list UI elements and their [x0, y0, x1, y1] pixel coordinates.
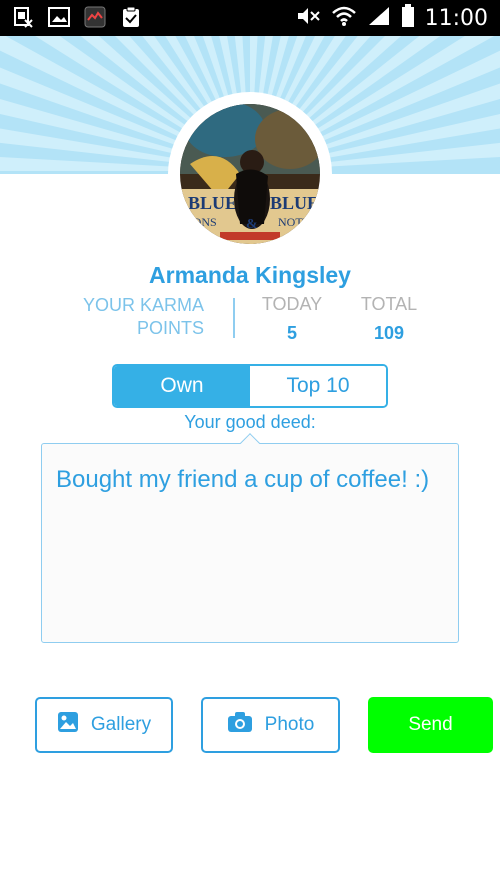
good-deed-input[interactable]: Bought my friend a cup of coffee! :)	[41, 443, 459, 643]
karma-divider	[233, 298, 235, 338]
wifi-icon	[331, 5, 357, 32]
today-value: 5	[286, 323, 297, 343]
tab-own[interactable]: Own	[114, 366, 250, 406]
send-label: Send	[408, 714, 453, 735]
camera-icon	[227, 711, 253, 739]
avatar-text-ampersand: &	[246, 217, 258, 232]
clipboard-check-icon	[120, 6, 142, 28]
total-stat: TOTAL 109	[344, 294, 434, 344]
total-label: TOTAL	[360, 294, 418, 314]
signal-icon	[367, 5, 391, 32]
notification-icons	[12, 6, 142, 28]
app-notification-icon	[84, 6, 106, 28]
photo-label: Photo	[264, 714, 315, 735]
mute-icon	[295, 5, 321, 32]
deed-tabs: Own Top 10	[112, 364, 388, 408]
system-icons: 11:00	[295, 4, 488, 33]
photo-button[interactable]: Photo	[201, 697, 340, 753]
sim-missing-icon	[12, 6, 34, 28]
avatar-text-blue-left: BLUE	[188, 193, 237, 213]
today-stat: TODAY 5	[247, 294, 337, 344]
total-value: 109	[373, 323, 405, 343]
gallery-label: Gallery	[90, 714, 152, 735]
status-bar: 11:00	[0, 0, 500, 36]
karma-points-label: YOUR KARMA POINTS	[82, 295, 204, 338]
clock: 11:00	[424, 6, 488, 31]
today-label: TODAY	[261, 294, 323, 314]
image-icon	[48, 6, 70, 28]
good-deed-caption: Your good deed:	[184, 412, 316, 432]
send-button[interactable]: Send	[368, 697, 493, 753]
gallery-button[interactable]: Gallery	[35, 697, 173, 753]
tab-top-10[interactable]: Top 10	[250, 366, 386, 406]
profile-name: Armanda Kingsley	[149, 262, 351, 288]
avatar[interactable]: BLUE BLUE OONS NOTE &	[180, 104, 320, 244]
battery-icon	[401, 4, 415, 33]
gallery-icon	[57, 711, 79, 739]
